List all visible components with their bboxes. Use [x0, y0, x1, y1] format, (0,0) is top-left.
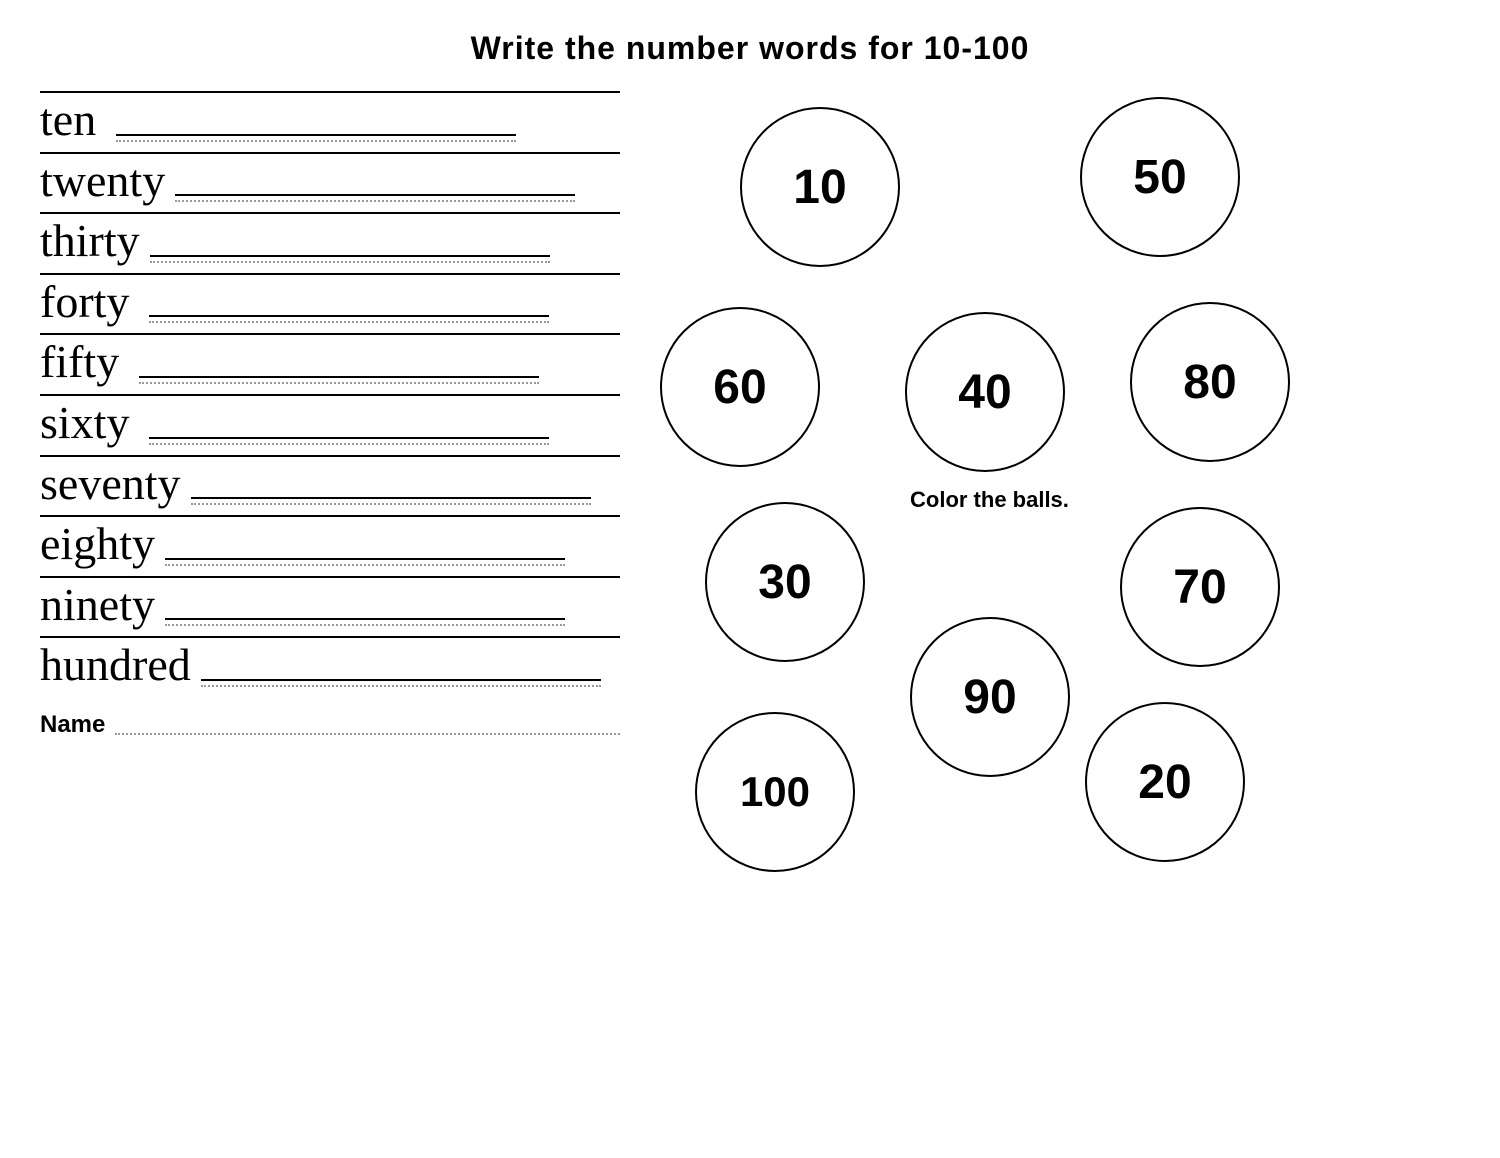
page: Write the number words for 10-100 ten	[0, 0, 1500, 1158]
circle-10: 10	[740, 107, 900, 267]
word-row-forty: forty	[40, 269, 620, 328]
word-row-fifty: fifty	[40, 329, 620, 388]
left-panel: ten twenty	[40, 87, 620, 1138]
word-row-hundred: hundred	[40, 632, 620, 691]
word-fifty: fifty	[40, 337, 119, 388]
circle-60: 60	[660, 307, 820, 467]
word-sixty: sixty	[40, 398, 129, 449]
color-instruction: Color the balls.	[910, 487, 1069, 513]
circle-20: 20	[1085, 702, 1245, 862]
name-line[interactable]	[115, 715, 620, 735]
word-row-eighty: eighty	[40, 511, 620, 570]
word-row-twenty: twenty	[40, 148, 620, 207]
circle-80: 80	[1130, 302, 1290, 462]
circle-50: 50	[1080, 97, 1240, 257]
word-row-ten: ten	[40, 87, 620, 146]
word-seventy: seventy	[40, 459, 181, 510]
main-content: ten twenty	[40, 87, 1460, 1138]
circle-40: 40	[905, 312, 1065, 472]
right-panel: 10 50 60 40 80 Color the balls. 30 70 90…	[640, 87, 1460, 1138]
word-forty: forty	[40, 277, 129, 328]
word-row-ninety: ninety	[40, 572, 620, 631]
name-row: Name	[40, 711, 620, 739]
word-row-seventy: seventy	[40, 451, 620, 510]
word-row-thirty: thirty	[40, 208, 620, 267]
page-title: Write the number words for 10-100	[40, 30, 1460, 67]
word-twenty: twenty	[40, 156, 165, 207]
word-thirty: thirty	[40, 216, 140, 267]
circle-100: 100	[695, 712, 855, 872]
word-eighty: eighty	[40, 519, 155, 570]
word-ten: ten	[40, 95, 96, 146]
word-row-sixty: sixty	[40, 390, 620, 449]
circle-30: 30	[705, 502, 865, 662]
name-label: Name	[40, 711, 105, 739]
circle-90: 90	[910, 617, 1070, 777]
word-hundred: hundred	[40, 640, 191, 691]
circle-70: 70	[1120, 507, 1280, 667]
word-ninety: ninety	[40, 580, 155, 631]
